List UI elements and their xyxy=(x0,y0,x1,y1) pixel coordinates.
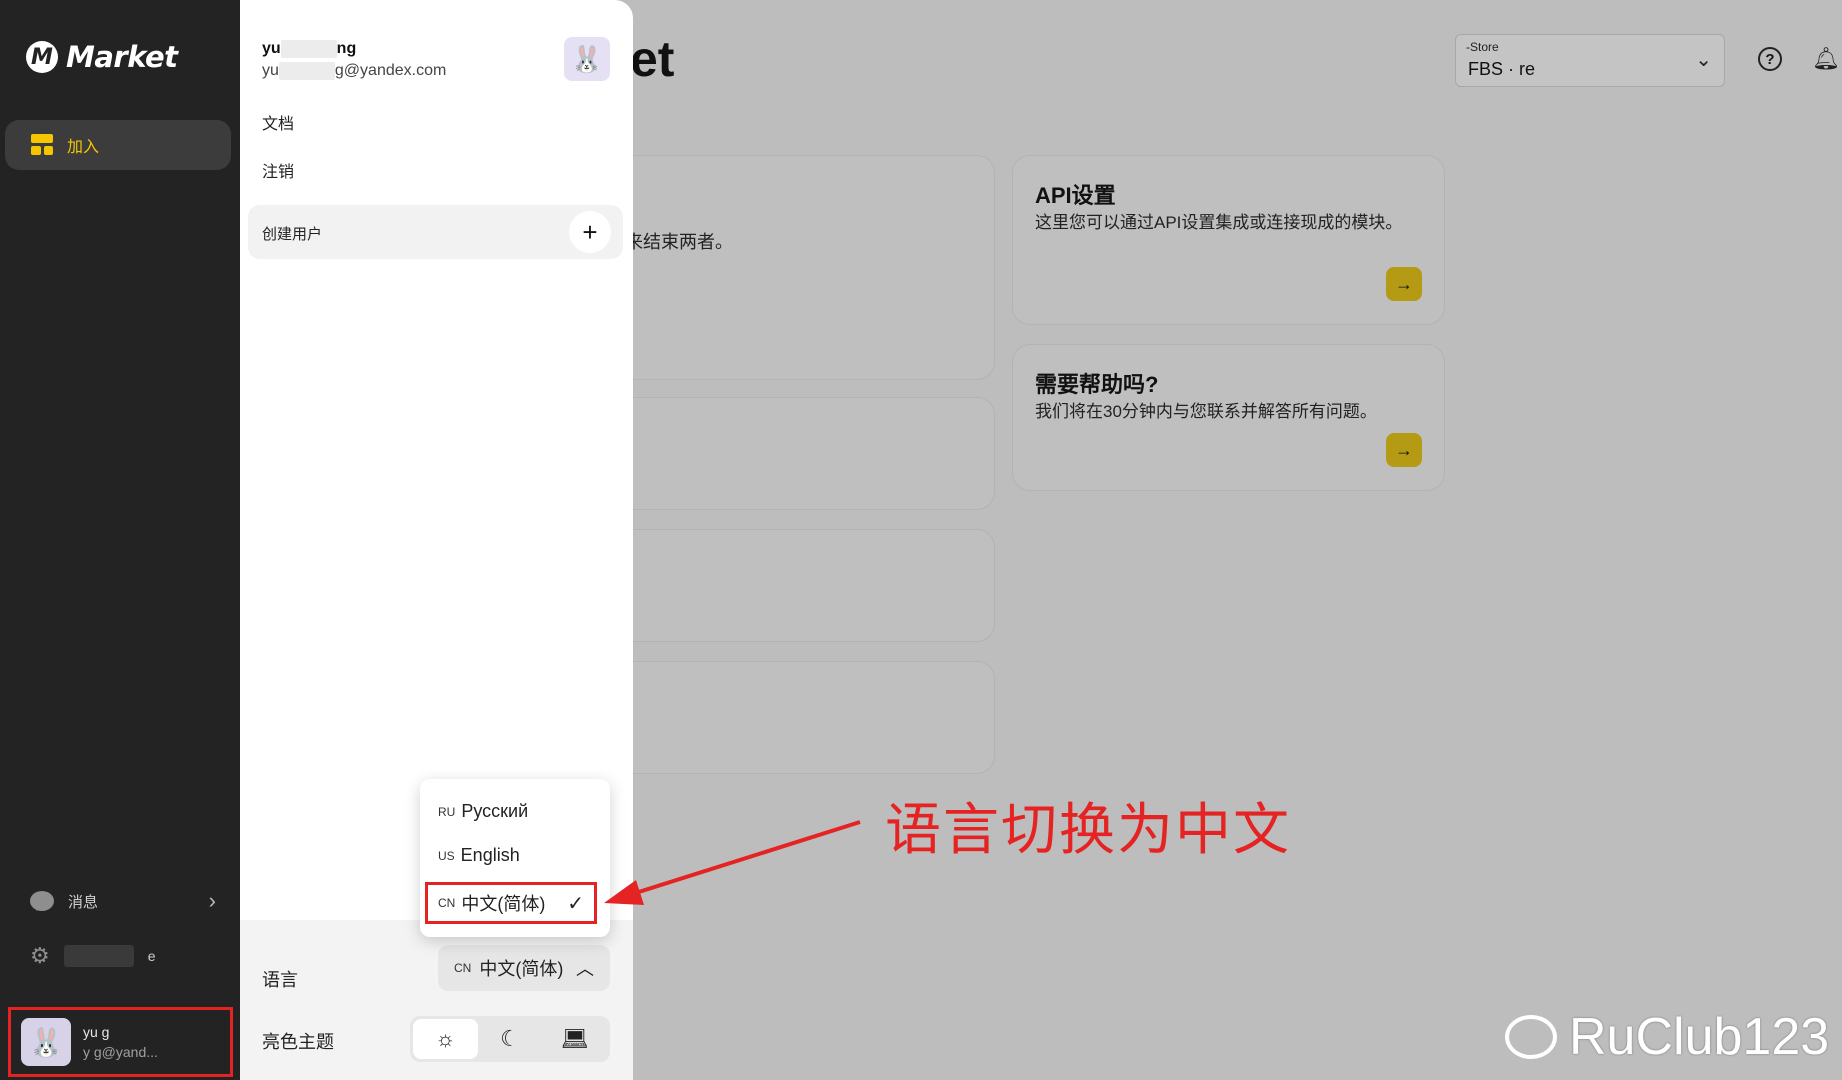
weibo-icon xyxy=(1505,1015,1557,1059)
annotation-arrow-line xyxy=(625,820,861,898)
annotation-text: 语言切换为中文 xyxy=(885,798,1291,861)
annotation-arrow-head xyxy=(604,880,644,905)
annotation-arrow xyxy=(604,820,861,905)
watermark-text: RuClub123 xyxy=(1569,1008,1830,1066)
watermark: RuClub123 xyxy=(1505,1007,1829,1067)
